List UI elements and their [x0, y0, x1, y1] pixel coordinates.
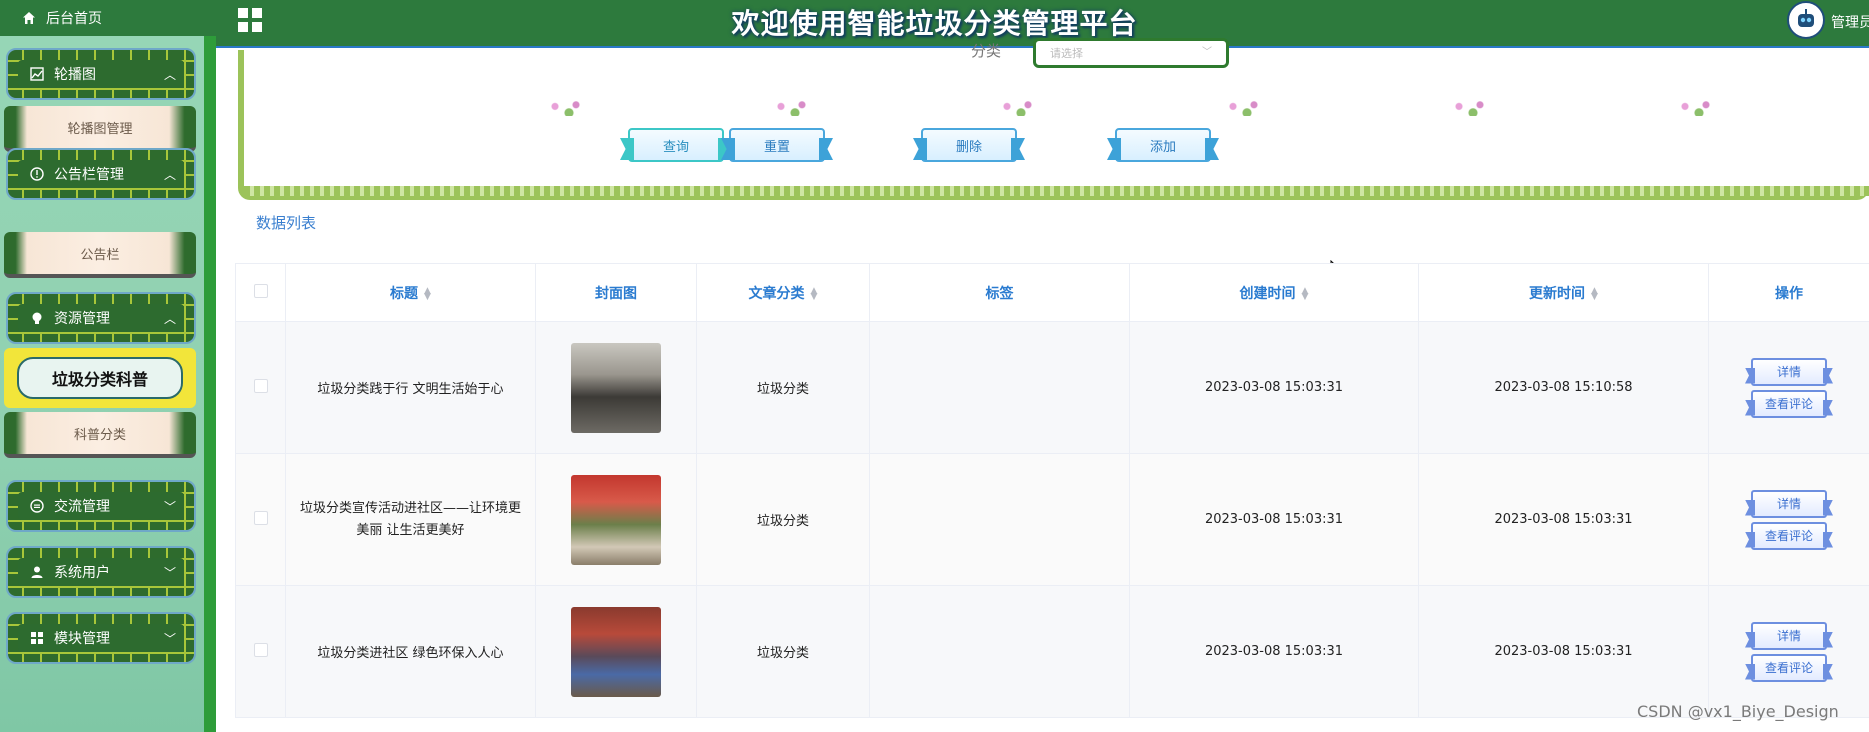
info-circle-icon	[30, 167, 44, 181]
table-row: 垃圾分类践于行 文明生活始于心 垃圾分类 2023-03-08 15:03:31…	[235, 321, 1869, 454]
column-header-tag: 标签	[869, 263, 1130, 322]
cover-image[interactable]	[571, 342, 661, 433]
column-header-created[interactable]: 创建时间 ▲ ▼	[1129, 263, 1419, 322]
sidebar-item-notice-manage[interactable]: 公告栏管理 ︿	[6, 148, 196, 200]
chat-icon	[30, 499, 44, 513]
add-button[interactable]: 添加	[1115, 128, 1211, 162]
sidebar-item-label: 公告栏	[80, 247, 120, 263]
chevron-up-icon: ︿	[163, 68, 176, 82]
user-icon	[31, 566, 43, 578]
main-content: 分类 请选择 ﹀ 查询 重置 删除 添加 数据列表 标题 ▲ ▼ 封面图 文章分类 ▲…	[228, 38, 1869, 732]
sidebar-item-label: 垃圾分类科普	[51, 370, 148, 389]
column-header-title[interactable]: 标题 ▲ ▼	[285, 263, 536, 322]
detail-button[interactable]: 详情	[1751, 489, 1827, 518]
cell-title: 垃圾分类宣传活动进社区——让环境更美丽 让生活更美好	[285, 453, 536, 586]
list-title: 数据列表	[256, 214, 317, 232]
sidebar-item-label: 轮播图	[54, 67, 96, 83]
cell-created: 2023-03-08 15:03:31	[1129, 321, 1419, 454]
sidebar-item-label: 公告栏管理	[54, 167, 124, 183]
category-select[interactable]: 请选择 ﹀	[1033, 38, 1229, 68]
table-row: 垃圾分类进社区 绿色环保入人心 垃圾分类 2023-03-08 15:03:31…	[235, 585, 1869, 718]
table-row: 垃圾分类宣传活动进社区——让环境更美丽 让生活更美好 垃圾分类 2023-03-…	[235, 453, 1869, 586]
page-title: 欢迎使用智能垃圾分类管理平台	[731, 7, 1138, 40]
select-all-cell[interactable]	[235, 263, 286, 322]
cell-title: 垃圾分类践于行 文明生活始于心	[285, 321, 536, 454]
category-label: 分类	[971, 42, 1002, 60]
sort-icon[interactable]: ▲ ▼	[424, 286, 431, 301]
chevron-down-icon: ﹀	[1202, 47, 1212, 58]
watermark: CSDN @vx1_Biye_Design	[1637, 702, 1839, 721]
sort-icon[interactable]: ▲ ▼	[1302, 286, 1309, 301]
cell-category: 垃圾分类	[696, 453, 870, 586]
sidebar-item-resource-manage[interactable]: 资源管理 ︿	[6, 292, 196, 344]
image-chart-icon	[30, 67, 44, 81]
reset-button[interactable]: 重置	[729, 128, 825, 162]
search-button[interactable]: 查询	[628, 128, 724, 162]
sort-icon[interactable]: ▲ ▼	[1591, 286, 1598, 301]
data-table: 标题 ▲ ▼ 封面图 文章分类 ▲ ▼ 标签 创建时间 ▲ ▼ 更新时间 ▲ ▼ 操作 垃圾分类…	[235, 263, 1869, 718]
sidebar-item-carousel[interactable]: 轮播图 ︿	[6, 48, 196, 100]
chevron-up-icon: ︿	[163, 312, 176, 326]
cell-created: 2023-03-08 15:03:31	[1129, 453, 1419, 586]
sidebar: 轮播图 ︿ 轮播图管理 公告栏管理 ︿ 公告栏 资源管理 ︿ 垃圾分类科普 科普…	[0, 36, 216, 732]
cell-title: 垃圾分类进社区 绿色环保入人心	[285, 585, 536, 718]
view-comments-button[interactable]: 查看评论	[1751, 389, 1827, 418]
column-header-actions: 操作	[1708, 263, 1869, 322]
chevron-down-icon: ﹀	[163, 632, 176, 646]
chevron-down-icon: ﹀	[163, 500, 176, 514]
cell-tag	[869, 321, 1130, 454]
sidebar-item-carousel-manage[interactable]: 轮播图管理	[4, 106, 196, 152]
sidebar-item-label: 交流管理	[54, 499, 110, 515]
cell-created: 2023-03-08 15:03:31	[1129, 585, 1419, 718]
sidebar-item-communication[interactable]: 交流管理 ﹀	[6, 480, 196, 532]
cell-updated: 2023-03-08 15:10:58	[1418, 321, 1709, 454]
sidebar-item-system-users[interactable]: 系统用户 ﹀	[6, 546, 196, 598]
column-header-cover: 封面图	[535, 263, 697, 322]
lightbulb-icon	[32, 312, 42, 324]
detail-button[interactable]: 详情	[1751, 621, 1827, 650]
column-header-updated[interactable]: 更新时间 ▲ ▼	[1418, 263, 1709, 322]
cell-tag	[869, 453, 1130, 586]
sidebar-item-module-manage[interactable]: 模块管理 ﹀	[6, 612, 196, 664]
category-placeholder: 请选择	[1050, 47, 1083, 60]
admin-label[interactable]: 管理员	[1831, 12, 1869, 32]
flower-decoration	[534, 100, 1734, 118]
sidebar-item-waste-science[interactable]: 垃圾分类科普	[4, 348, 196, 408]
column-header-category[interactable]: 文章分类 ▲ ▼	[696, 263, 870, 322]
view-comments-button[interactable]: 查看评论	[1751, 521, 1827, 550]
cell-category: 垃圾分类	[696, 321, 870, 454]
cell-tag	[869, 585, 1130, 718]
cover-image[interactable]	[571, 474, 661, 565]
grid-icon	[31, 632, 43, 644]
search-panel: 分类 请选择 ﹀ 查询 重置 删除 添加	[238, 38, 1869, 200]
cell-updated: 2023-03-08 15:03:31	[1418, 453, 1709, 586]
cell-updated: 2023-03-08 15:03:31	[1418, 585, 1709, 718]
sort-icon[interactable]: ▲ ▼	[811, 286, 818, 301]
cell-category: 垃圾分类	[696, 585, 870, 718]
avatar[interactable]	[1787, 1, 1825, 39]
chevron-down-icon: ﹀	[163, 566, 176, 580]
sidebar-item-label: 系统用户	[54, 565, 110, 581]
top-header: 后台首页 欢迎使用智能垃圾分类管理平台 管理员	[0, 0, 1869, 48]
sidebar-item-notice[interactable]: 公告栏	[4, 232, 196, 278]
sidebar-item-label: 资源管理	[54, 311, 110, 327]
select-all-checkbox[interactable]	[253, 283, 268, 298]
row-checkbox[interactable]	[253, 510, 268, 525]
sidebar-item-label: 轮播图管理	[67, 121, 133, 137]
row-checkbox[interactable]	[253, 642, 268, 657]
table-header-row: 标题 ▲ ▼ 封面图 文章分类 ▲ ▼ 标签 创建时间 ▲ ▼ 更新时间 ▲ ▼ 操作	[235, 263, 1869, 322]
sidebar-item-label: 科普分类	[73, 427, 126, 443]
sidebar-item-label: 模块管理	[54, 631, 110, 647]
detail-button[interactable]: 详情	[1751, 357, 1827, 386]
view-comments-button[interactable]: 查看评论	[1751, 653, 1827, 682]
cover-image[interactable]	[571, 606, 661, 697]
sidebar-item-science-category[interactable]: 科普分类	[4, 412, 196, 458]
delete-button[interactable]: 删除	[921, 128, 1017, 162]
robot-icon	[1798, 9, 1814, 27]
row-checkbox[interactable]	[253, 378, 268, 393]
chevron-up-icon: ︿	[163, 168, 176, 182]
vine-decoration	[244, 186, 1869, 196]
